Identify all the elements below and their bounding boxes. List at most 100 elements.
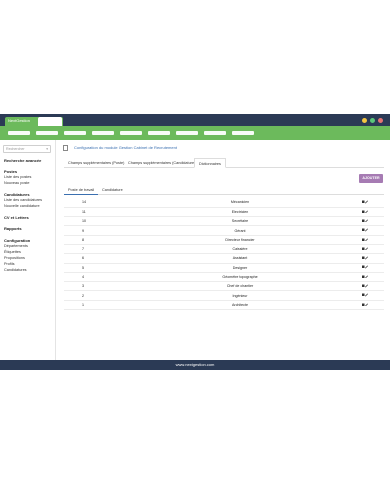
row-number: 4 [82,275,84,280]
browser-tab-label: NextGestion [8,118,31,123]
edit-button[interactable] [356,282,384,291]
table-row: 4 Géomètre topographe [64,272,384,282]
add-button[interactable]: AJOUTER [359,174,383,183]
edit-pencil-icon [362,256,368,260]
sidebar-heading-cv[interactable]: CV et Lettres [4,215,29,220]
row-number: 9 [82,228,84,233]
table-row: 10 Secrétaire [64,217,384,226]
table-row: 8 Directeur financier [64,235,384,245]
sidebar-item-liste-candidatures[interactable]: Liste des candidatures [4,198,42,202]
sidebar-heading-candidatures[interactable]: Candidatures [4,192,30,197]
table-row: 14 Mécanicien [64,198,384,208]
edit-pencil-icon [362,275,368,279]
footer: www.nextgestion.com [0,360,390,370]
nav-item-9[interactable] [232,131,254,135]
search-placeholder: Rechercher [6,147,25,151]
dictionary-subtabs: Poste de travail Candidature [64,186,384,195]
edit-pencil-icon [362,210,368,214]
dictionary-table: 14 Mécanicien 11 Electricien 10 Secrétaire 9 Gé… [64,198,384,310]
edit-button[interactable] [356,226,384,235]
row-name: Assistant [232,256,248,261]
row-name: Architecte [232,302,248,307]
new-tab-button[interactable] [38,117,62,126]
sidebar-heading-recherche[interactable]: Recherche avancée [4,158,41,163]
row-name: Caissière [232,247,248,252]
table-row: 6 Assistant [64,254,384,264]
maximize-dot-icon[interactable] [370,118,375,123]
edit-button[interactable] [356,244,384,253]
sidebar-item-nouvelle-candidature[interactable]: Nouvelle candidature [4,204,40,208]
tab-champs-poste[interactable]: Champs supplémentaires (Poste) [64,158,128,168]
edit-button[interactable] [356,217,384,226]
edit-pencil-icon [362,228,368,232]
row-name: Géomètre topographe [222,275,258,280]
row-name: Secrétaire [231,219,249,224]
edit-button[interactable] [356,235,384,244]
sidebar-item-liste-postes[interactable]: Liste des postes [4,175,31,179]
sidebar-heading-postes[interactable]: Postes [4,169,17,174]
table-row: 5 Designer [64,263,384,273]
table-row: 7 Caissière [64,244,384,254]
row-number: 1 [82,302,84,307]
subtab-candidature[interactable]: Candidature [98,186,127,195]
row-name: Mécanicien [230,200,250,205]
main-content: Configuration du module Gestion Cabinet … [56,140,390,360]
tab-dictionnaires[interactable]: Dictionnaires [194,158,226,168]
table-row: 2 Ingénieur [64,291,384,301]
edit-button[interactable] [356,254,384,263]
edit-pencil-icon [362,284,368,288]
breadcrumb[interactable]: Configuration du module Gestion Cabinet … [74,145,177,150]
edit-button[interactable] [356,207,384,216]
table-row: 1 Architecte [64,300,384,310]
tab-champs-candidatures[interactable]: Champs supplémentaires (Candidatures) [124,158,201,168]
title-bar: NextGestion [0,114,390,126]
sidebar-heading-rapports[interactable]: Rapports [4,226,22,231]
edit-button[interactable] [356,291,384,300]
nav-item-1[interactable] [8,131,30,135]
row-name: Ingénieur [232,293,248,298]
app-window: NextGestion Rechercher ▾ Recherche avanc… [0,114,390,370]
sidebar-item-candidatures-config[interactable]: Candidatures [4,268,27,272]
nav-item-7[interactable] [176,131,198,135]
edit-pencil-icon [362,219,368,223]
row-name: Designer [232,265,248,270]
edit-pencil-icon [362,293,368,297]
table-row: 11 Electricien [64,207,384,217]
row-number: 10 [82,219,86,224]
close-dot-icon[interactable] [378,118,383,123]
row-number: 6 [82,256,84,261]
row-number: 7 [82,247,84,252]
row-name: Electricien [231,209,249,214]
table-row: 3 Chef de chantier [64,282,384,291]
nav-item-5[interactable] [120,131,142,135]
edit-pencil-icon [362,200,368,204]
row-number: 14 [82,200,86,205]
sidebar-item-nouveau-poste[interactable]: Nouveau poste [4,181,30,185]
sidebar: Rechercher ▾ Recherche avancée Postes Li… [0,140,56,360]
edit-pencil-icon [362,238,368,242]
chevron-down-icon: ▾ [46,147,48,151]
sidebar-item-departements[interactable]: Départements [4,244,28,248]
search-input[interactable]: Rechercher ▾ [3,145,51,153]
sidebar-item-propositions[interactable]: Propositions [4,256,25,260]
nav-item-2[interactable] [36,131,58,135]
edit-pencil-icon [362,247,368,251]
subtab-poste-travail[interactable]: Poste de travail [64,186,99,195]
nav-item-3[interactable] [64,131,86,135]
sidebar-item-etiquettes[interactable]: Étiquettes [4,250,21,254]
nav-item-8[interactable] [204,131,226,135]
nav-item-4[interactable] [92,131,114,135]
row-name: Directeur financier [225,237,255,242]
nav-item-6[interactable] [148,131,170,135]
table-row: 9 Gérant [64,226,384,236]
edit-button[interactable] [356,263,384,272]
minimize-dot-icon[interactable] [362,118,367,123]
edit-pencil-icon [362,265,368,269]
sidebar-heading-configuration[interactable]: Configuration [4,238,30,243]
edit-button[interactable] [356,198,384,207]
edit-button[interactable] [356,300,384,309]
edit-button[interactable] [356,272,384,281]
row-name: Gérant [234,228,246,233]
row-number: 3 [82,284,84,289]
sidebar-item-profils[interactable]: Profils [4,262,15,266]
